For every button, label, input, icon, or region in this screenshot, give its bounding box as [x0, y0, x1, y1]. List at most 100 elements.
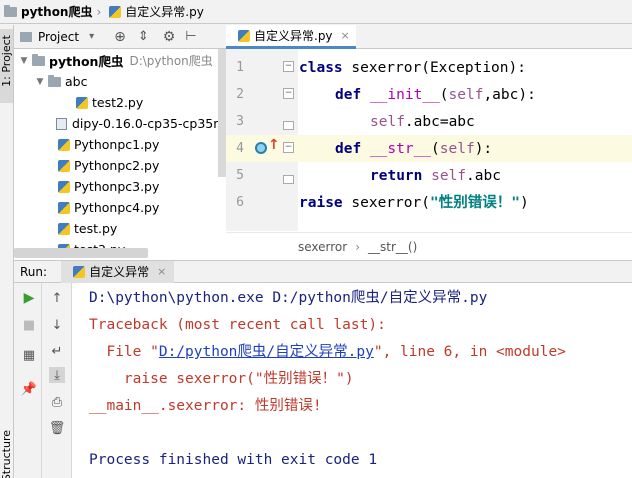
left-tool-stripe: 1: Project Structure [0, 25, 14, 478]
python-file-icon [58, 138, 70, 151]
editor-breadcrumb-method[interactable]: __str__() [368, 240, 417, 254]
tree-item-label: Pythonpc3.py [74, 179, 160, 194]
tree-root[interactable]: ▼ python爬虫 D:\python爬虫 [18, 50, 213, 71]
breakpoint-override-icon[interactable] [255, 142, 267, 154]
tree-item-pythonpc1[interactable]: Pythonpc1.py [54, 134, 159, 155]
run-tab-label: 自定义异常 [89, 265, 150, 279]
tree-root-path: D:\python爬虫 [129, 54, 213, 68]
console-line: Process finished with exit code 1 [89, 452, 378, 468]
tree-item-test[interactable]: test.py [54, 218, 117, 239]
line-number: 4 [236, 141, 244, 156]
editor-breadcrumb-class[interactable]: sexerror [298, 240, 347, 254]
tree-item-label: Pythonpc4.py [74, 200, 160, 215]
console-line: __main__.sexerror: 性别错误! [89, 398, 322, 414]
structure-tool-label[interactable]: Structure [0, 430, 13, 478]
fold-end-icon[interactable] [283, 121, 294, 130]
crosshair-icon[interactable]: ⊕ [114, 29, 126, 45]
project-tool-label: 1: Project [0, 35, 13, 87]
breadcrumb-file[interactable]: 自定义异常.py [125, 3, 204, 20]
line-number: 1 [236, 60, 244, 75]
layout-icon[interactable]: ▦ [21, 347, 37, 363]
expand-arrow-icon[interactable]: ▼ [18, 56, 30, 66]
editor-tab-bar: 自定义异常.py × [226, 25, 632, 49]
tree-item-pythonpc4[interactable]: Pythonpc4.py [54, 197, 159, 218]
arrow-down-icon[interactable]: ↓ [49, 317, 65, 333]
code-line-1: class sexerror(Exception): [299, 60, 526, 76]
fold-marker-icon[interactable]: − [283, 61, 294, 72]
python-file-icon [109, 5, 122, 18]
horizontal-scrollbar[interactable] [14, 248, 148, 258]
gear-icon[interactable]: ⚙ [163, 29, 176, 45]
soft-wrap-icon[interactable]: ↵ [49, 343, 65, 359]
run-panel-label: Run: [20, 264, 48, 279]
python-file-icon [58, 159, 70, 172]
tree-root-name: python爬虫 [49, 54, 124, 69]
python-file-icon [58, 180, 70, 193]
breadcrumb-project[interactable]: python爬虫 [21, 3, 92, 20]
pin-icon[interactable]: 📌 [21, 381, 37, 397]
tree-item-test2[interactable]: test2.py [72, 92, 143, 113]
line-number: 5 [236, 168, 244, 183]
python-file-icon [238, 29, 250, 42]
editor-breadcrumb: sexerror › __str__() [226, 232, 632, 260]
tree-item-abc[interactable]: ▼ abc [34, 71, 88, 92]
fold-end-icon[interactable] [283, 175, 294, 184]
expand-arrow-icon[interactable]: ▼ [34, 77, 46, 87]
navigation-breadcrumb: python爬虫 › 自定义异常.py [0, 0, 632, 24]
tree-item-label: Pythonpc2.py [74, 158, 160, 173]
tree-item-label: Pythonpc1.py [74, 137, 160, 152]
tree-item-label: test.py [74, 221, 118, 236]
code-line-3: self.abc=abc [370, 114, 475, 130]
editor-tab[interactable]: 自定义异常.py × [226, 25, 356, 49]
console-line: File "D:/python爬虫/自定义异常.py", line 6, in … [89, 344, 566, 360]
line-number: 2 [236, 87, 244, 102]
rerun-icon[interactable]: ▶ [21, 290, 37, 306]
tree-item-label: abc [65, 74, 88, 89]
close-icon[interactable]: × [341, 29, 350, 42]
run-tab[interactable]: 自定义异常 × [61, 260, 175, 283]
tree-item-pythonpc3[interactable]: Pythonpc3.py [54, 176, 159, 197]
collapse-all-icon[interactable]: ⇕ [138, 29, 149, 44]
fold-marker-icon[interactable]: − [283, 88, 294, 99]
overrides-arrow-icon[interactable]: ↑ [268, 137, 280, 153]
chevron-right-icon: › [96, 4, 102, 19]
console-line: D:\python\python.exe D:/python爬虫/自定义异常.p… [89, 290, 488, 306]
python-file-icon [58, 222, 70, 235]
line-number: 6 [236, 195, 244, 210]
line-number: 3 [236, 114, 244, 129]
traceback-file-link[interactable]: D:/python爬虫/自定义异常.py [159, 344, 374, 360]
run-console[interactable]: D:\python\python.exe D:/python爬虫/自定义异常.p… [72, 283, 632, 478]
folder-icon [4, 4, 17, 17]
code-line-5: return self.abc [370, 168, 501, 184]
python-file-icon [76, 96, 88, 109]
vertical-scrollbar[interactable] [218, 49, 226, 177]
project-view-selector[interactable]: Project [38, 30, 79, 44]
stop-icon[interactable]: ■ [21, 317, 37, 333]
tree-item-label: test2.py [92, 95, 144, 110]
tree-item-dipy[interactable]: dipy-0.16.0-cp35-cp35m-w [54, 113, 226, 134]
editor-tab-label: 自定义异常.py [254, 29, 333, 43]
archive-file-icon [56, 117, 67, 130]
python-file-icon [73, 265, 86, 278]
folder-icon [48, 74, 61, 87]
project-tool-button[interactable]: 1: Project [0, 29, 13, 103]
run-toolbar-primary: ▶ ■ ▦ 📌 [14, 283, 42, 478]
tree-item-label: dipy-0.16.0-cp35-cp35m-w [72, 116, 226, 131]
close-icon[interactable]: × [157, 265, 166, 278]
chevron-down-icon[interactable]: ▾ [89, 31, 94, 42]
print-icon[interactable]: ⎙ [49, 394, 65, 410]
folder-icon [32, 53, 45, 66]
project-tree: ▼ python爬虫 D:\python爬虫 ▼ abc test2.py di… [14, 49, 226, 260]
trash-icon[interactable]: 🗑 [49, 420, 66, 436]
project-icon [20, 31, 32, 42]
console-line: Traceback (most recent call last): [89, 317, 386, 333]
run-toolbar-secondary: ↑ ↓ ↵ ⤓ ⎙ 🗑 [42, 283, 72, 478]
fold-marker-icon[interactable]: − [283, 142, 294, 153]
run-panel-header: Run: 自定义异常 × [14, 260, 632, 283]
tree-item-pythonpc2[interactable]: Pythonpc2.py [54, 155, 159, 176]
project-panel-header: Project ▾ ⊕ ⇕ ⚙ ⊢ [14, 25, 226, 49]
scroll-to-end-icon[interactable]: ⤓ [49, 367, 65, 383]
hide-panel-icon[interactable]: ⊢ [185, 29, 196, 44]
arrow-up-icon[interactable]: ↑ [49, 290, 65, 306]
code-editor[interactable]: 1 2 3 4 5 6 − − − ↑ class sexerror(Excep… [226, 49, 632, 260]
